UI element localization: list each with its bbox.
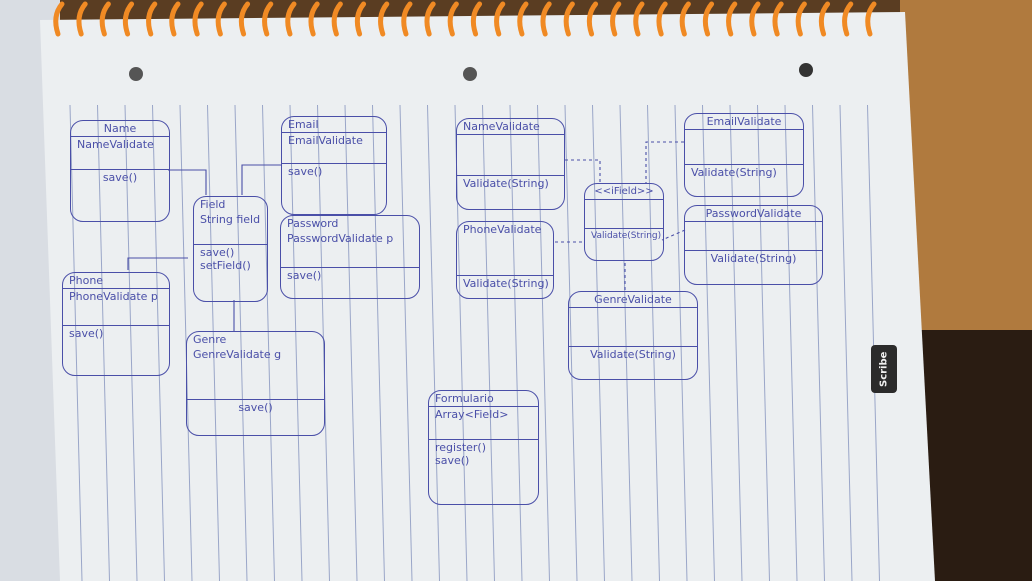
class-operation: save() [102, 171, 138, 184]
punch-hole-middle [463, 67, 477, 81]
class-attribute: EmailValidate [282, 133, 386, 164]
class-name-label: Name [71, 121, 169, 137]
class-box-field: Field String field save() setField() [193, 196, 268, 302]
class-name-label: PasswordValidate [685, 206, 822, 222]
notebook-brand-label: Scribe [871, 345, 897, 393]
class-attributes [457, 237, 553, 276]
class-operation: Validate(String) [590, 348, 676, 361]
class-attribute: PhoneValidate p [63, 289, 169, 326]
class-name-label: Password [287, 217, 339, 230]
class-operation: register() [435, 441, 487, 454]
class-attribute: GenreValidate g [187, 347, 324, 400]
class-attribute: Array<Field> [429, 407, 538, 440]
class-attributes [569, 308, 697, 347]
class-attribute: NameValidate [71, 137, 169, 170]
class-operation: save() [287, 269, 322, 282]
class-operation: save() [238, 401, 273, 414]
class-name-label: <<iField>> [585, 184, 663, 200]
class-name-label: Email [282, 117, 386, 133]
class-box-email: Email EmailValidate save() [281, 116, 387, 215]
class-attributes [585, 200, 663, 229]
class-operation: Validate(String) [710, 252, 797, 265]
class-box-name: Name NameValidate save() [70, 120, 170, 222]
class-operation: save() [69, 327, 104, 340]
class-attribute: String field [194, 212, 267, 245]
class-box-genre: Genre GenreValidate g save() [186, 331, 325, 436]
punch-hole-right [799, 63, 813, 77]
class-box-phonevalidate: PhoneValidate Validate(String) [456, 221, 554, 299]
class-box-emailvalidate: EmailValidate Validate(String) [684, 113, 804, 197]
class-operation: save() [200, 246, 235, 259]
class-name-label: Formulario [429, 391, 538, 407]
class-operations: save() setField() [194, 245, 267, 273]
class-box-namevalidate: NameValidate Validate(String) [456, 118, 565, 210]
class-operation: save() [288, 165, 323, 178]
class-name-label: EmailValidate [685, 114, 803, 130]
class-box-password: Password PasswordValidate p save() [280, 215, 420, 299]
class-name-label: PhoneValidate [463, 223, 542, 236]
class-operation: setField() [200, 259, 251, 272]
class-operation: Validate(String) [691, 166, 777, 179]
class-box-formulario: Formulario Array<Field> register() save(… [428, 390, 539, 505]
class-attributes [685, 222, 822, 251]
class-box-genrevalidate: GenreValidate Validate(String) [568, 291, 698, 380]
class-attributes [685, 130, 803, 165]
class-name-label: Phone [63, 273, 169, 289]
class-operation: Validate(String) [463, 177, 549, 190]
class-name-label: Genre [193, 333, 227, 346]
class-name-label: Field [200, 198, 226, 211]
class-name-label: GenreValidate [569, 292, 697, 308]
class-operations: register() save() [429, 440, 538, 468]
class-operation: Validate(String) [463, 277, 549, 290]
class-box-phone: Phone PhoneValidate p save() [62, 272, 170, 376]
class-operation: Validate(String) [591, 231, 662, 241]
class-name-label: NameValidate [457, 119, 564, 135]
punch-hole-left [129, 67, 143, 81]
class-attributes [457, 135, 564, 176]
class-box-passwordvalidate: PasswordValidate Validate(String) [684, 205, 823, 285]
class-box-ifield: <<iField>> Validate(String) [584, 183, 664, 261]
class-operation: save() [435, 454, 470, 467]
class-attribute: PasswordValidate p [281, 231, 419, 268]
